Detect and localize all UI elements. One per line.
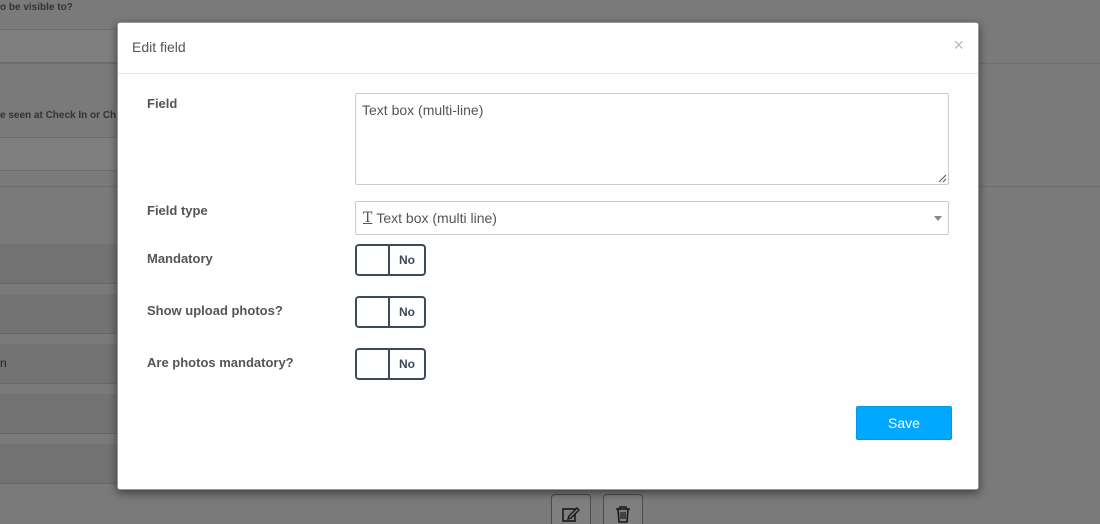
text-type-icon: T	[363, 210, 373, 226]
show-upload-photos-label: Show upload photos?	[147, 303, 283, 318]
mandatory-toggle[interactable]: No	[355, 244, 426, 276]
modal-title: Edit field	[132, 39, 186, 55]
show-upload-photos-toggle[interactable]: No	[355, 296, 426, 328]
field-type-value: Text box (multi line)	[376, 210, 497, 226]
edit-field-modal: Edit field × Field Text box (multi-line)…	[117, 22, 979, 490]
save-button[interactable]: Save	[856, 406, 952, 440]
photos-mandatory-label: Are photos mandatory?	[147, 355, 294, 370]
mandatory-label: Mandatory	[147, 251, 213, 266]
close-icon[interactable]: ×	[953, 36, 964, 54]
resize-handle-icon[interactable]	[938, 174, 947, 183]
photos-mandatory-toggle[interactable]: No	[355, 348, 426, 380]
toggle-knob	[357, 246, 390, 274]
field-name-textarea[interactable]: Text box (multi-line)	[355, 93, 949, 185]
toggle-state: No	[399, 253, 415, 267]
caret-down-icon	[934, 216, 942, 221]
toggle-state: No	[399, 305, 415, 319]
field-label: Field	[147, 96, 178, 111]
toggle-state: No	[399, 357, 415, 371]
toggle-knob	[357, 350, 390, 378]
modal-header: Edit field ×	[118, 23, 978, 74]
field-type-label: Field type	[147, 203, 208, 218]
toggle-knob	[357, 298, 390, 326]
field-type-select[interactable]: T Text box (multi line)	[355, 201, 949, 235]
